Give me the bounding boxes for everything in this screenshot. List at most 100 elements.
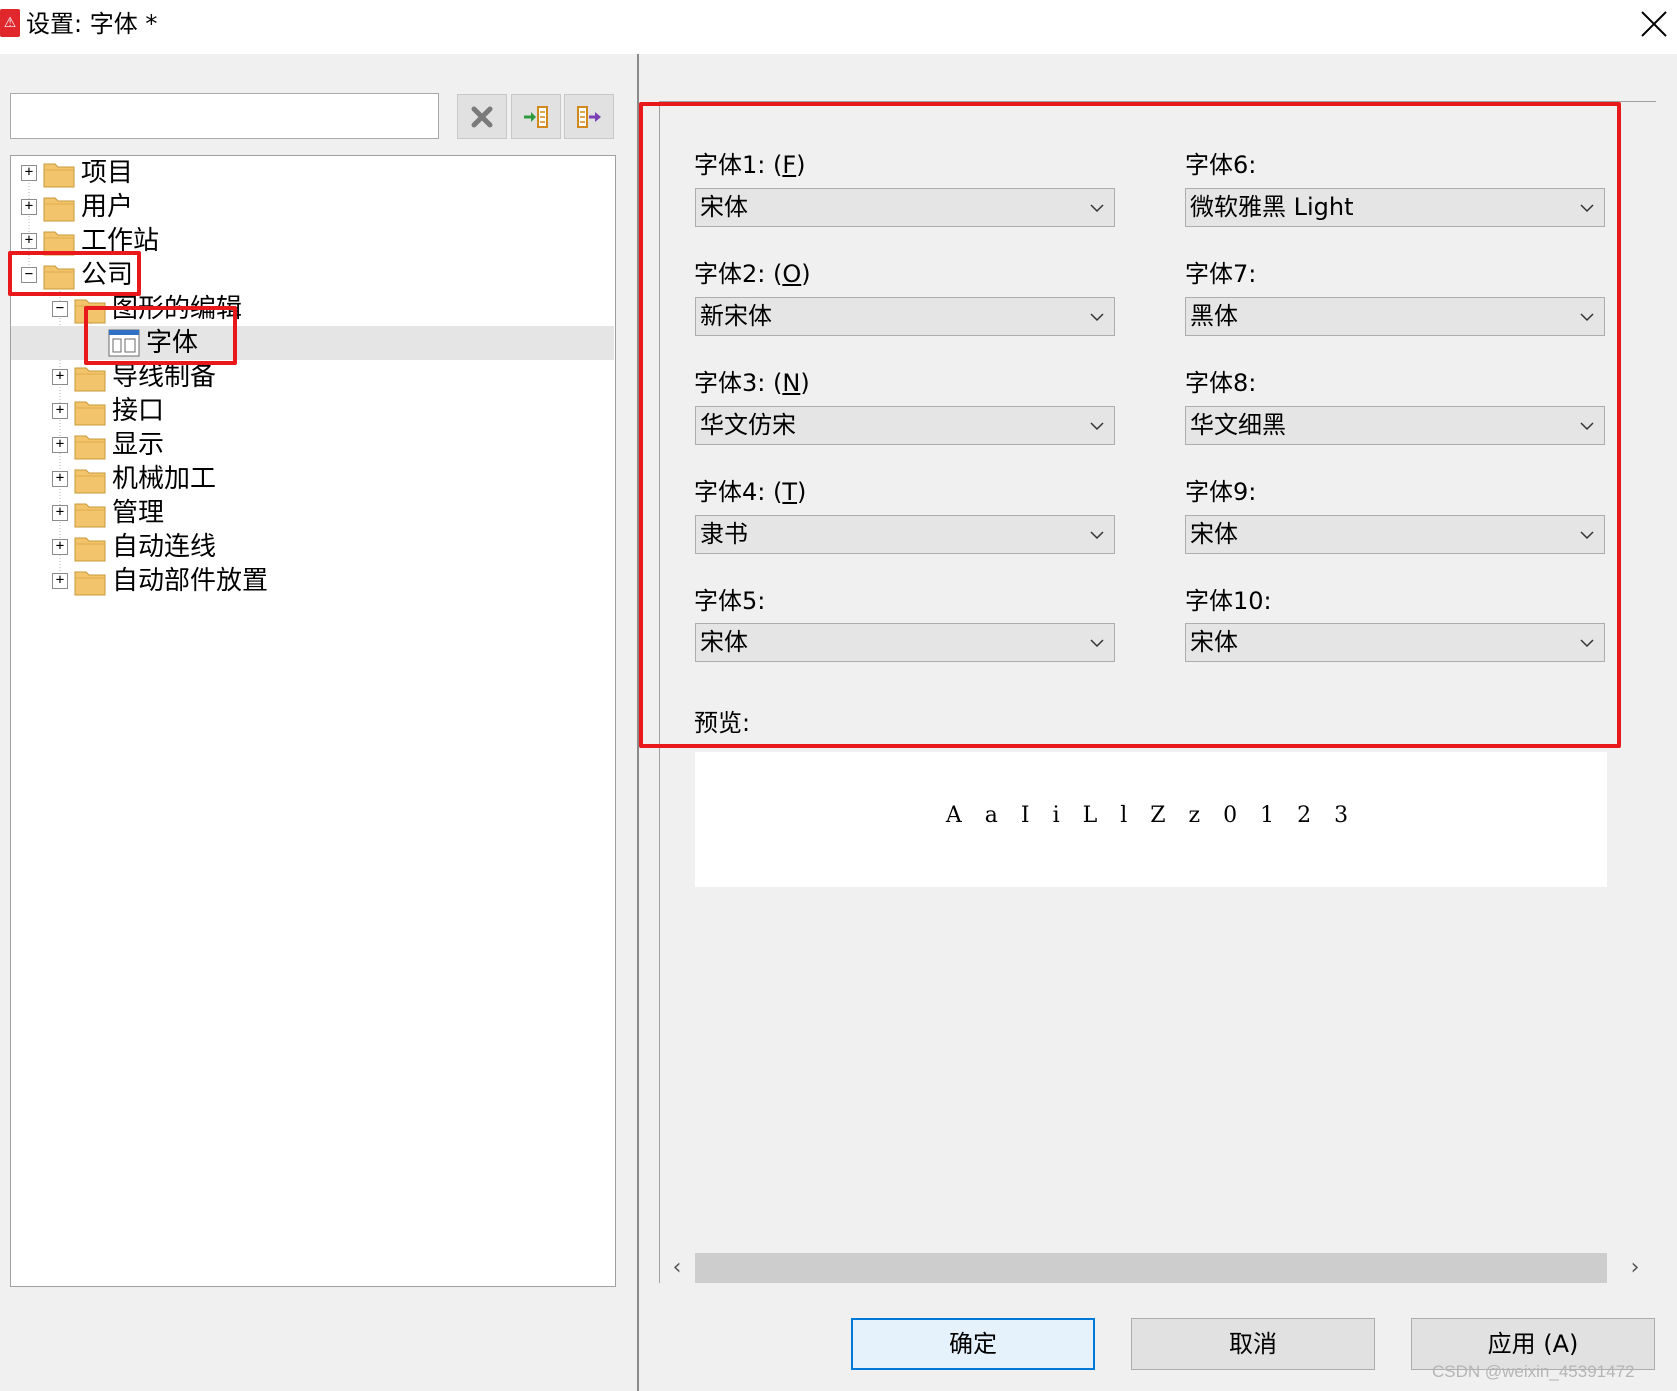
clear-icon [471, 106, 493, 127]
collapse-icon [577, 105, 601, 128]
folder-icon [43, 197, 75, 222]
tree-item-label: 公司 [81, 260, 134, 290]
chevron-down-icon [1090, 531, 1104, 540]
font6-select[interactable]: 微软雅黑 Light [1185, 188, 1605, 227]
tree-item-wire-preparation[interactable]: + 导线制备 [11, 360, 614, 394]
content-frame-top [660, 101, 1656, 102]
collapse-toggle[interactable]: − [52, 301, 68, 317]
expand-toggle[interactable]: + [52, 369, 68, 385]
collapse-all-button[interactable] [564, 94, 614, 139]
font4-select[interactable]: 隶书 [695, 515, 1115, 554]
tree-item-user[interactable]: + 用户 [11, 190, 614, 224]
tree-item-label: 导线制备 [112, 362, 217, 392]
font5-select[interactable]: 宋体 [695, 623, 1115, 662]
folder-icon [43, 231, 75, 256]
preview-label: 预览: [694, 709, 751, 737]
chevron-down-icon [1090, 313, 1104, 322]
tree-item-company[interactable]: − 公司 [11, 258, 614, 292]
preview-area: A a I i L l Z z 0 1 2 3 [695, 752, 1607, 887]
font7-value: 黑体 [1190, 302, 1238, 330]
font4-value: 隶书 [700, 520, 748, 548]
font3-label: 字体3: (N) [694, 369, 810, 397]
font8-select[interactable]: 华文细黑 [1185, 406, 1605, 445]
font1-select[interactable]: 宋体 [695, 188, 1115, 227]
font10-label: 字体10: [1185, 587, 1272, 615]
font9-label: 字体9: [1185, 478, 1257, 506]
tree-item-label: 项目 [81, 158, 134, 188]
tree-item-label: 接口 [112, 396, 165, 426]
font1-value: 宋体 [700, 193, 748, 221]
tree-item-auto-routing[interactable]: + 自动连线 [11, 530, 614, 564]
tree-item-management[interactable]: + 管理 [11, 496, 614, 530]
tree-item-fonts[interactable]: 字体 [11, 326, 614, 360]
search-input[interactable] [10, 93, 439, 139]
chevron-down-icon [1580, 313, 1594, 322]
expand-toggle[interactable]: + [52, 471, 68, 487]
expand-toggle[interactable]: + [52, 403, 68, 419]
settings-page-icon [108, 329, 140, 357]
chevron-down-icon [1580, 204, 1594, 213]
expand-toggle[interactable]: + [21, 233, 37, 249]
folder-icon [43, 163, 75, 188]
horizontal-scrollbar[interactable]: ‹ › [660, 1251, 1656, 1285]
pane-splitter[interactable] [637, 54, 639, 1391]
chevron-down-icon [1090, 204, 1104, 213]
expand-all-button[interactable] [511, 94, 561, 139]
tree-item-interface[interactable]: + 接口 [11, 394, 614, 428]
expand-toggle[interactable]: + [21, 199, 37, 215]
scrollbar-thumb[interactable] [695, 1253, 1607, 1283]
font5-value: 宋体 [700, 628, 748, 656]
folder-icon [74, 401, 106, 426]
font7-select[interactable]: 黑体 [1185, 297, 1605, 336]
expand-toggle[interactable]: + [52, 505, 68, 521]
tree-item-auto-placement[interactable]: + 自动部件放置 [11, 564, 614, 598]
tree-item-display[interactable]: + 显示 [11, 428, 614, 462]
ok-button[interactable]: 确定 [851, 1318, 1095, 1370]
chevron-down-icon [1090, 639, 1104, 648]
folder-icon [74, 571, 106, 596]
expand-toggle[interactable]: + [21, 165, 37, 181]
font3-select[interactable]: 华文仿宋 [695, 406, 1115, 445]
tree-item-project[interactable]: + 项目 [11, 156, 614, 190]
scroll-left-icon[interactable]: ‹ [664, 1255, 690, 1281]
cancel-button[interactable]: 取消 [1131, 1318, 1375, 1370]
font10-value: 宋体 [1190, 628, 1238, 656]
chevron-down-icon [1580, 422, 1594, 431]
tree-item-workstation[interactable]: + 工作站 [11, 224, 614, 258]
tree-item-label: 图形的编辑 [112, 294, 243, 324]
folder-icon [74, 503, 106, 528]
settings-tree[interactable]: + 项目 + 用户 + 工作站 − 公司 − 图形的编辑 字体 + 导线制备 +… [10, 155, 616, 1287]
scroll-right-icon[interactable]: › [1622, 1255, 1648, 1281]
clear-search-button[interactable] [457, 94, 507, 139]
tree-item-label: 显示 [112, 430, 165, 460]
tree-item-label: 管理 [112, 498, 165, 528]
tree-item-label: 字体 [146, 328, 199, 358]
collapse-toggle[interactable]: − [21, 267, 37, 283]
app-icon: ⚠ [0, 9, 20, 37]
window-title: 设置: 字体 * [26, 10, 158, 38]
chevron-down-icon [1090, 422, 1104, 431]
expand-toggle[interactable]: + [52, 573, 68, 589]
title-bar: ⚠ 设置: 字体 * [0, 0, 1677, 54]
font9-select[interactable]: 宋体 [1185, 515, 1605, 554]
font2-select[interactable]: 新宋体 [695, 297, 1115, 336]
folder-icon [74, 367, 106, 392]
content-frame-left [659, 101, 660, 1283]
tree-item-label: 机械加工 [112, 464, 217, 494]
tree-item-label: 工作站 [81, 226, 160, 256]
expand-icon [524, 105, 548, 128]
font1-label: 字体1: (F) [694, 151, 806, 179]
font6-value: 微软雅黑 Light [1190, 193, 1354, 221]
expand-toggle[interactable]: + [52, 437, 68, 453]
expand-toggle[interactable]: + [52, 539, 68, 555]
font10-select[interactable]: 宋体 [1185, 623, 1605, 662]
chevron-down-icon [1580, 531, 1594, 540]
font8-value: 华文细黑 [1190, 411, 1286, 439]
folder-open-icon [43, 265, 75, 290]
tree-item-machining[interactable]: + 机械加工 [11, 462, 614, 496]
tree-item-graphic-editing[interactable]: − 图形的编辑 [11, 292, 614, 326]
folder-icon [74, 435, 106, 460]
font6-label: 字体6: [1185, 151, 1257, 179]
close-button[interactable] [1636, 6, 1676, 46]
chevron-down-icon [1580, 639, 1594, 648]
